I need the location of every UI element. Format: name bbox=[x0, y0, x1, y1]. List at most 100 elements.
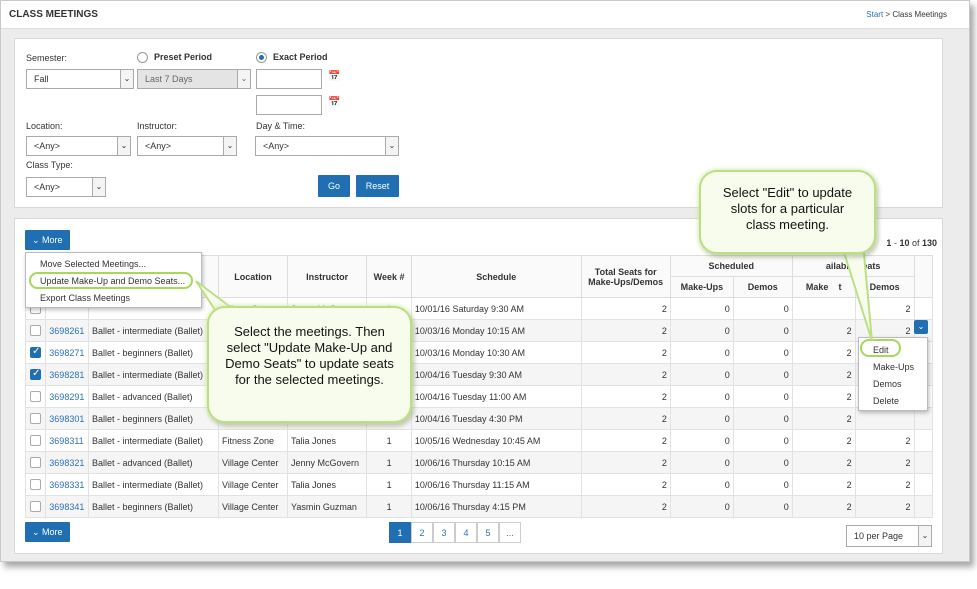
total-seats-cell: 2 bbox=[580, 341, 671, 364]
menu-item-move-meetings[interactable]: Move Selected Meetings... bbox=[40, 259, 146, 269]
meeting-id-link[interactable]: 3698341 bbox=[45, 495, 89, 518]
page-button-3[interactable]: 3 bbox=[433, 522, 455, 543]
table-row[interactable]: 3698281 Ballet - intermediate (Ballet) 10/… bbox=[24, 363, 934, 386]
row-checkbox[interactable] bbox=[24, 319, 47, 342]
meeting-id-link[interactable]: 3698311 bbox=[45, 429, 89, 452]
row-checkbox-box[interactable] bbox=[30, 325, 42, 337]
schedule-cell: 10/01/16 Saturday 9:30 AM bbox=[410, 297, 582, 320]
row-actions-cell bbox=[913, 429, 934, 452]
row-checkbox[interactable] bbox=[24, 451, 47, 474]
breadcrumb-separator: > bbox=[883, 10, 893, 19]
instructor-cell: Yasmin Guzman bbox=[287, 495, 368, 518]
row-checkbox[interactable] bbox=[24, 495, 47, 518]
table-row[interactable]: 3698271 Ballet - beginners (Ballet) 10/03/… bbox=[24, 341, 934, 364]
meeting-id-text[interactable]: 3698291 bbox=[49, 392, 84, 402]
page-button-1[interactable]: 1 bbox=[389, 522, 411, 543]
row-checkbox[interactable] bbox=[24, 385, 47, 408]
row-actions-toggle[interactable]: ⌄ bbox=[914, 320, 928, 334]
row-checkbox[interactable] bbox=[24, 429, 47, 452]
row-checkbox-box[interactable] bbox=[30, 457, 42, 469]
available-makeups-cell: 2 bbox=[791, 451, 856, 474]
table-row[interactable]: 3698311 Ballet - intermediate (Ballet) Fit… bbox=[24, 429, 934, 452]
meeting-id-link[interactable]: 3698331 bbox=[45, 473, 89, 496]
more-button-top[interactable]: ⌄ More bbox=[25, 230, 70, 250]
table-row[interactable]: 3698261 Ballet - intermediate (Ballet) 10/… bbox=[24, 319, 934, 342]
page-button-2[interactable]: 2 bbox=[411, 522, 433, 543]
meeting-id-text[interactable]: 3698321 bbox=[49, 458, 84, 468]
row-checkbox-box[interactable] bbox=[30, 413, 42, 425]
instructor-header[interactable]: Instructor bbox=[287, 255, 368, 298]
row-checkbox-box[interactable] bbox=[30, 479, 42, 491]
table-row[interactable]: 3698341 Ballet - beginners (Ballet) Villag… bbox=[24, 495, 934, 518]
row-checkbox[interactable] bbox=[24, 473, 47, 496]
page-button-5[interactable]: 5 bbox=[477, 522, 499, 543]
total-seats-header[interactable]: Total Seats for Make-Ups/Demos bbox=[580, 255, 671, 298]
exact-period-radio[interactable] bbox=[256, 52, 267, 63]
table-row[interactable]: 3698321 Ballet - advanced (Ballet) Village… bbox=[24, 451, 934, 474]
row-checkbox-box[interactable] bbox=[30, 346, 42, 359]
scheduled-makeups-cell: 0 bbox=[669, 297, 734, 320]
meeting-id-text[interactable]: 3698301 bbox=[49, 414, 84, 424]
scheduled-makeups-cell: 0 bbox=[669, 341, 734, 364]
instructor-select[interactable]: <Any> ⌄ bbox=[137, 136, 237, 156]
row-checkbox[interactable] bbox=[24, 407, 47, 430]
row-checkbox-box[interactable] bbox=[30, 368, 42, 381]
location-select[interactable]: <Any> ⌄ bbox=[26, 136, 131, 156]
exact-period-label: Exact Period bbox=[273, 52, 328, 62]
classtype-value: <Any> bbox=[34, 182, 61, 192]
meeting-id-text[interactable]: 3698341 bbox=[49, 502, 84, 512]
row-checkbox-box[interactable] bbox=[30, 501, 42, 513]
row-menu-demos[interactable]: Demos bbox=[873, 379, 902, 389]
meeting-id-text[interactable]: 3698271 bbox=[49, 348, 84, 358]
meeting-id-text[interactable]: 3698331 bbox=[49, 480, 84, 490]
per-page-select[interactable]: 10 per Page ⌄ bbox=[846, 525, 932, 547]
meeting-id-link[interactable]: 3698321 bbox=[45, 451, 89, 474]
go-button[interactable]: Go bbox=[318, 175, 350, 197]
row-checkbox[interactable] bbox=[24, 341, 47, 364]
table-row[interactable]: 3698291 Ballet - advanced (Ballet) 10/04/1… bbox=[24, 385, 934, 408]
menu-item-export[interactable]: Export Class Meetings bbox=[40, 293, 130, 303]
schedule-cell: 10/04/16 Tuesday 9:30 AM bbox=[410, 363, 582, 386]
breadcrumb-start-link[interactable]: Start bbox=[866, 10, 883, 19]
location-value: <Any> bbox=[34, 141, 61, 151]
week-header[interactable]: Week # bbox=[366, 255, 412, 298]
row-checkbox-box[interactable] bbox=[30, 435, 42, 447]
calendar-icon[interactable]: 📅 bbox=[328, 71, 340, 82]
daytime-select[interactable]: <Any> ⌄ bbox=[255, 136, 399, 156]
class-name-cell: Ballet - advanced (Ballet) bbox=[88, 385, 219, 408]
more-button-bottom[interactable]: ⌄ More bbox=[25, 522, 70, 542]
preset-period-radio[interactable] bbox=[137, 52, 148, 63]
chevron-down-icon: ⌄ bbox=[117, 137, 130, 155]
row-checkbox-box[interactable] bbox=[30, 391, 42, 403]
row-menu-delete[interactable]: Delete bbox=[873, 396, 899, 406]
page-button-4[interactable]: 4 bbox=[455, 522, 477, 543]
instructor-cell: Talia Jones bbox=[287, 473, 368, 496]
meeting-id-link[interactable]: 3698271 bbox=[45, 341, 89, 364]
meeting-id-link[interactable]: 3698261 bbox=[45, 319, 89, 342]
semester-select[interactable]: Fall ⌄ bbox=[26, 69, 134, 89]
preset-period-select[interactable]: Last 7 Days ⌄ bbox=[137, 69, 251, 89]
calendar-icon[interactable]: 📅 bbox=[328, 97, 340, 108]
page-button-6[interactable]: ... bbox=[499, 522, 521, 543]
classtype-select[interactable]: <Any> ⌄ bbox=[26, 177, 106, 197]
meeting-id-link[interactable]: 3698291 bbox=[45, 385, 89, 408]
meeting-id-text[interactable]: 3698311 bbox=[49, 436, 83, 446]
table-row[interactable]: 3698331 Ballet - intermediate (Ballet) Vil… bbox=[24, 473, 934, 496]
meeting-id-text[interactable]: 3698261 bbox=[49, 326, 84, 336]
available-makeups-cell: 2 bbox=[791, 429, 856, 452]
end-date-input[interactable] bbox=[256, 95, 322, 115]
start-date-input[interactable] bbox=[256, 69, 322, 89]
row-actions-cell bbox=[913, 297, 934, 320]
meeting-id-link[interactable]: 3698301 bbox=[45, 407, 89, 430]
scheduled-makeups-cell: 0 bbox=[669, 429, 734, 452]
row-checkbox[interactable] bbox=[24, 363, 47, 386]
schedule-header[interactable]: Schedule bbox=[410, 255, 582, 298]
location-cell: Fitness Zone bbox=[217, 429, 289, 452]
meeting-id-link[interactable]: 3698281 bbox=[45, 363, 89, 386]
row-menu-makeups[interactable]: Make-Ups bbox=[873, 362, 914, 372]
table-row[interactable]: 3698301 Ballet - beginners (Ballet) 10/04/… bbox=[24, 407, 934, 430]
reset-button[interactable]: Reset bbox=[356, 175, 399, 197]
meeting-id-text[interactable]: 3698281 bbox=[49, 370, 84, 380]
week-cell: 1 bbox=[366, 429, 412, 452]
more-label: More bbox=[42, 235, 63, 245]
